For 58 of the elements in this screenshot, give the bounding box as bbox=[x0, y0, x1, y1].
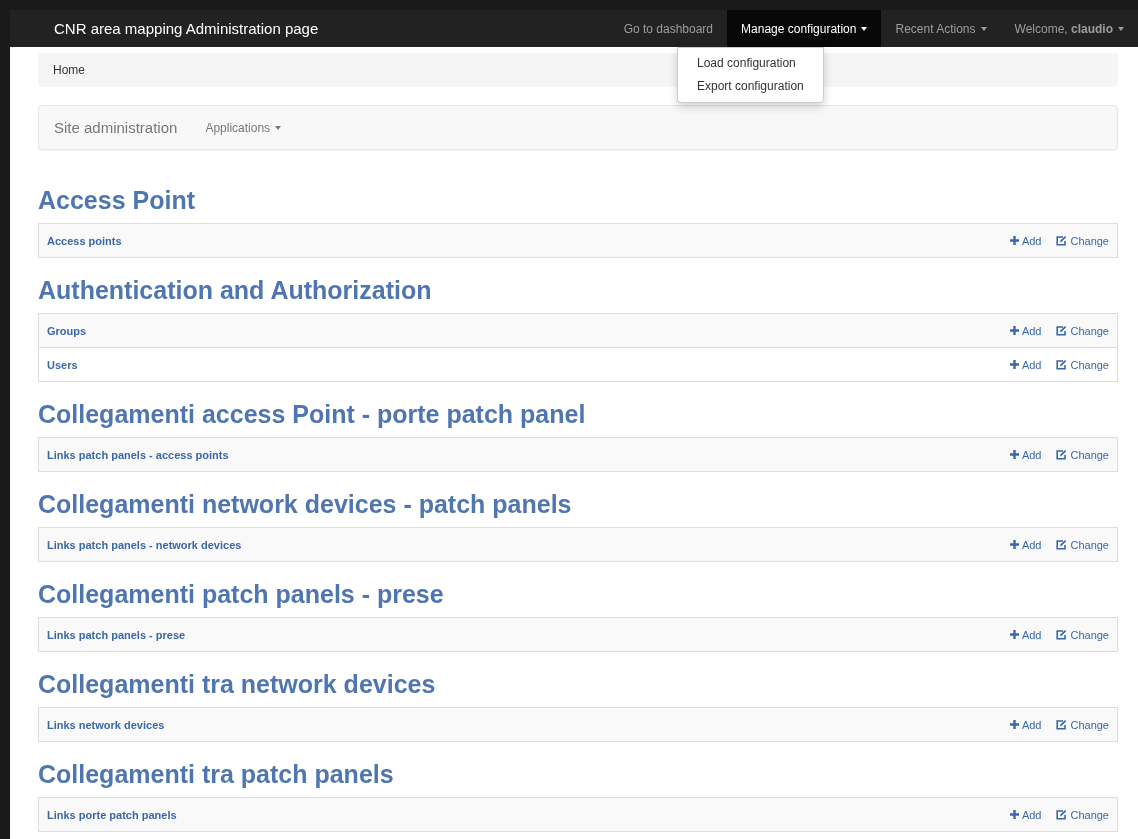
section-heading: Collegamenti tra patch panels bbox=[38, 759, 395, 790]
model-link[interactable]: Access points bbox=[47, 234, 995, 247]
nav-link[interactable]: Welcome, claudio bbox=[1000, 10, 1138, 47]
plus-icon bbox=[1009, 360, 1019, 369]
edit-icon bbox=[1056, 539, 1068, 550]
add-link[interactable]: Add bbox=[1009, 808, 1042, 821]
model-link[interactable]: Users bbox=[47, 358, 995, 371]
breadcrumb-link[interactable]: Home bbox=[53, 63, 85, 77]
section-heading: Access Point bbox=[38, 185, 196, 216]
add-link[interactable]: Add bbox=[1009, 628, 1042, 641]
add-link[interactable]: Add bbox=[1009, 234, 1042, 247]
plus-icon bbox=[1009, 720, 1019, 729]
change-link[interactable]: Change bbox=[1056, 628, 1109, 641]
change-link[interactable]: Change bbox=[1056, 718, 1109, 731]
edit-icon bbox=[1056, 449, 1068, 460]
change-link[interactable]: Change bbox=[1056, 324, 1109, 337]
edit-icon bbox=[1056, 629, 1068, 640]
section-heading: Collegamenti network devices - patch panels bbox=[38, 489, 573, 520]
change-link[interactable]: Change bbox=[1056, 538, 1109, 551]
menu-item[interactable]: Export configuration bbox=[678, 75, 823, 98]
change-link[interactable]: Change bbox=[1056, 808, 1109, 821]
plus-icon bbox=[1009, 236, 1019, 245]
edit-icon bbox=[1056, 235, 1068, 246]
plus-icon bbox=[1009, 450, 1019, 459]
model-link[interactable]: Links patch panels - network devices bbox=[47, 538, 995, 551]
change-link[interactable]: Change bbox=[1056, 358, 1109, 371]
model-link[interactable]: Links patch panels - access points bbox=[47, 448, 995, 461]
add-link[interactable]: Add bbox=[1009, 538, 1042, 551]
model-link[interactable]: Links network devices bbox=[47, 718, 995, 731]
change-link[interactable]: Change bbox=[1056, 234, 1109, 247]
menu-item[interactable]: Load configuration bbox=[678, 52, 823, 75]
edit-icon bbox=[1056, 719, 1068, 730]
applications-menu[interactable]: Applications bbox=[205, 120, 282, 135]
nav-link[interactable]: Go to dashboard bbox=[609, 10, 728, 47]
nav-link[interactable]: Manage configuration bbox=[727, 10, 882, 47]
caret-icon bbox=[275, 125, 282, 130]
add-link[interactable]: Add bbox=[1009, 448, 1042, 461]
add-link[interactable]: Add bbox=[1009, 718, 1042, 731]
model-link[interactable]: Links porte patch panels bbox=[47, 808, 995, 821]
plus-icon bbox=[1009, 540, 1019, 549]
section-heading: Collegamenti patch panels - prese bbox=[38, 579, 445, 610]
plus-icon bbox=[1009, 810, 1019, 819]
plus-icon bbox=[1009, 326, 1019, 335]
plus-icon bbox=[1009, 630, 1019, 639]
add-link[interactable]: Add bbox=[1009, 324, 1042, 337]
edit-icon bbox=[1056, 809, 1068, 820]
site-title: CNR area mapping Administration page bbox=[53, 19, 320, 39]
model-link[interactable]: Groups bbox=[47, 324, 995, 337]
change-link[interactable]: Change bbox=[1056, 448, 1109, 461]
section-heading: Collegamenti tra network devices bbox=[38, 669, 437, 700]
section-heading: Authentication and Authorization bbox=[38, 275, 433, 306]
edit-icon bbox=[1056, 359, 1068, 370]
model-link[interactable]: Links patch panels - prese bbox=[47, 628, 995, 641]
nav-link[interactable]: Recent Actions bbox=[881, 10, 1001, 47]
add-link[interactable]: Add bbox=[1009, 358, 1042, 371]
edit-icon bbox=[1056, 325, 1068, 336]
subnav-title: Site administration bbox=[54, 119, 178, 136]
section-heading: Collegamenti access Point - porte patch panel bbox=[38, 399, 587, 430]
